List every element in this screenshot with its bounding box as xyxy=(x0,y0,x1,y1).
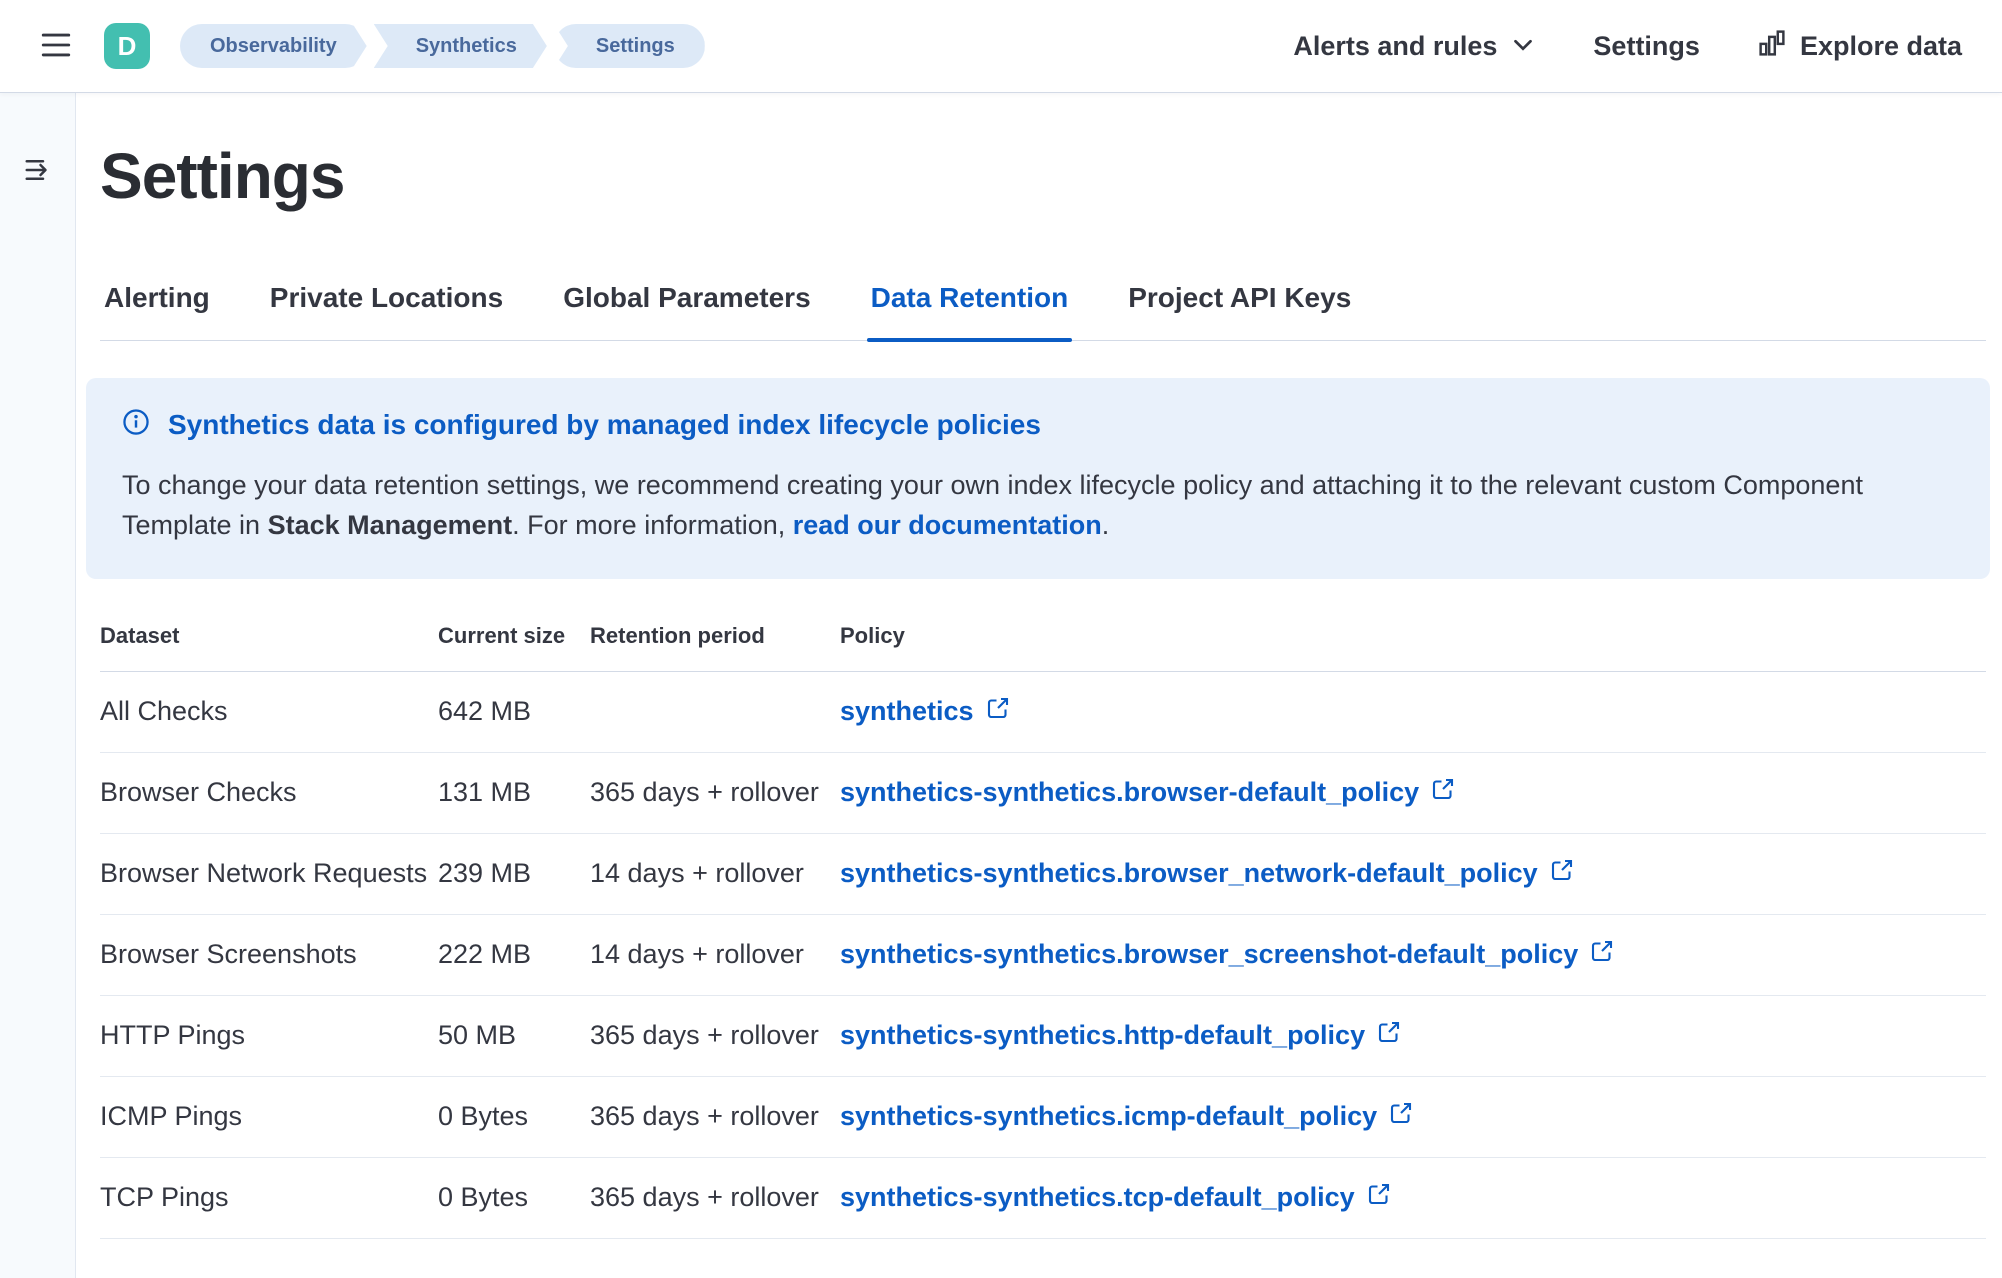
policy-link[interactable]: synthetics-synthetics.browser_screenshot… xyxy=(840,939,1614,970)
table-row: HTTP Pings 50 MB 365 days + rollover syn… xyxy=(100,995,1986,1076)
breadcrumb: Observability Synthetics Settings xyxy=(180,24,705,68)
breadcrumb-synthetics[interactable]: Synthetics xyxy=(374,24,547,68)
menu-toggle-button[interactable] xyxy=(34,24,78,68)
settings-nav-label: Settings xyxy=(1593,31,1700,62)
external-link-icon xyxy=(1377,1020,1401,1051)
external-link-icon xyxy=(1389,1101,1413,1132)
alerts-and-rules-label: Alerts and rules xyxy=(1293,31,1497,62)
chevron-down-icon xyxy=(1511,29,1535,64)
policy-link-label: synthetics-synthetics.browser_network-de… xyxy=(840,858,1538,889)
cell-dataset: Browser Network Requests xyxy=(100,833,438,914)
expand-sidebar-button[interactable] xyxy=(18,151,58,191)
tab-alerting[interactable]: Alerting xyxy=(100,282,214,340)
explore-data-button[interactable]: Explore data xyxy=(1758,29,1962,64)
page-title: Settings xyxy=(100,140,1986,214)
alerts-and-rules-menu[interactable]: Alerts and rules xyxy=(1293,29,1535,64)
documentation-link[interactable]: read our documentation xyxy=(793,510,1102,540)
collapsed-sidebar xyxy=(0,93,76,1278)
external-link-icon xyxy=(1367,1182,1391,1213)
cell-dataset: TCP Pings xyxy=(100,1157,438,1238)
table-row: Browser Screenshots 222 MB 14 days + rol… xyxy=(100,914,1986,995)
table-row: Browser Network Requests 239 MB 14 days … xyxy=(100,833,1986,914)
cell-retention-period: 365 days + rollover xyxy=(590,1076,840,1157)
hamburger-icon xyxy=(39,28,73,65)
cell-dataset: All Checks xyxy=(100,671,438,752)
policy-link-label: synthetics xyxy=(840,696,974,727)
top-nav: D Observability Synthetics Settings Aler… xyxy=(0,0,2002,93)
policy-link-label: synthetics-synthetics.browser_screenshot… xyxy=(840,939,1578,970)
col-header-retention-period: Retention period xyxy=(590,609,840,672)
callout-title-row: Synthetics data is configured by managed… xyxy=(122,408,1954,443)
cell-current-size: 642 MB xyxy=(438,671,590,752)
policy-link[interactable]: synthetics-synthetics.browser_network-de… xyxy=(840,858,1574,889)
tab-data-retention[interactable]: Data Retention xyxy=(867,282,1073,340)
cell-current-size: 0 Bytes xyxy=(438,1157,590,1238)
external-link-icon xyxy=(1550,858,1574,889)
cell-dataset: Browser Screenshots xyxy=(100,914,438,995)
policy-link[interactable]: synthetics-synthetics.icmp-default_polic… xyxy=(840,1101,1413,1132)
policy-link[interactable]: synthetics-synthetics.tcp-default_policy xyxy=(840,1182,1391,1213)
cell-current-size: 131 MB xyxy=(438,752,590,833)
bar-chart-icon xyxy=(1758,29,1786,64)
cell-current-size: 50 MB xyxy=(438,995,590,1076)
cell-retention-period: 14 days + rollover xyxy=(590,833,840,914)
info-icon xyxy=(122,408,150,443)
cell-dataset: Browser Checks xyxy=(100,752,438,833)
policy-link-label: synthetics-synthetics.tcp-default_policy xyxy=(840,1182,1355,1213)
col-header-dataset: Dataset xyxy=(100,609,438,672)
col-header-policy: Policy xyxy=(840,609,1986,672)
callout-text-3: . xyxy=(1102,510,1110,540)
settings-tabs: Alerting Private Locations Global Parame… xyxy=(100,282,1986,341)
policy-link[interactable]: synthetics xyxy=(840,696,1010,727)
breadcrumb-settings[interactable]: Settings xyxy=(554,24,705,68)
table-row: All Checks 642 MB synthetics xyxy=(100,671,1986,752)
top-nav-actions: Alerts and rules Settings Explore data xyxy=(1293,29,1962,64)
data-retention-table: Dataset Current size Retention period Po… xyxy=(100,609,1986,1239)
tab-global-parameters[interactable]: Global Parameters xyxy=(559,282,814,340)
menu-right-icon xyxy=(23,155,53,188)
external-link-icon xyxy=(986,696,1010,727)
cell-current-size: 0 Bytes xyxy=(438,1076,590,1157)
cell-retention-period: 365 days + rollover xyxy=(590,1157,840,1238)
table-header-row: Dataset Current size Retention period Po… xyxy=(100,609,1986,672)
cell-current-size: 222 MB xyxy=(438,914,590,995)
app-window: D Observability Synthetics Settings Aler… xyxy=(0,0,2002,1278)
cell-dataset: ICMP Pings xyxy=(100,1076,438,1157)
policy-link[interactable]: synthetics-synthetics.browser-default_po… xyxy=(840,777,1455,808)
external-link-icon xyxy=(1431,777,1455,808)
info-callout: Synthetics data is configured by managed… xyxy=(86,378,1990,579)
cell-current-size: 239 MB xyxy=(438,833,590,914)
space-avatar[interactable]: D xyxy=(104,23,150,69)
table-row: Browser Checks 131 MB 365 days + rollove… xyxy=(100,752,1986,833)
table-row: TCP Pings 0 Bytes 365 days + rollover sy… xyxy=(100,1157,1986,1238)
policy-link-label: synthetics-synthetics.icmp-default_polic… xyxy=(840,1101,1377,1132)
callout-bold-stack-management: Stack Management xyxy=(268,510,513,540)
cell-dataset: HTTP Pings xyxy=(100,995,438,1076)
cell-retention-period: 365 days + rollover xyxy=(590,752,840,833)
policy-link-label: synthetics-synthetics.browser-default_po… xyxy=(840,777,1419,808)
policy-link[interactable]: synthetics-synthetics.http-default_polic… xyxy=(840,1020,1401,1051)
main-content: Settings Alerting Private Locations Glob… xyxy=(76,93,2002,1278)
tab-project-api-keys[interactable]: Project API Keys xyxy=(1124,282,1355,340)
external-link-icon xyxy=(1590,939,1614,970)
tab-private-locations[interactable]: Private Locations xyxy=(266,282,507,340)
explore-data-label: Explore data xyxy=(1800,31,1962,62)
breadcrumb-observability[interactable]: Observability xyxy=(180,24,367,68)
cell-retention-period: 14 days + rollover xyxy=(590,914,840,995)
policy-link-label: synthetics-synthetics.http-default_polic… xyxy=(840,1020,1365,1051)
callout-title: Synthetics data is configured by managed… xyxy=(168,409,1041,441)
cell-retention-period: 365 days + rollover xyxy=(590,995,840,1076)
table-row: ICMP Pings 0 Bytes 365 days + rollover s… xyxy=(100,1076,1986,1157)
callout-text-2: . For more information, xyxy=(512,510,793,540)
cell-retention-period xyxy=(590,671,840,752)
col-header-current-size: Current size xyxy=(438,609,590,672)
settings-nav-link[interactable]: Settings xyxy=(1593,31,1700,62)
callout-body: To change your data retention settings, … xyxy=(122,465,1912,545)
